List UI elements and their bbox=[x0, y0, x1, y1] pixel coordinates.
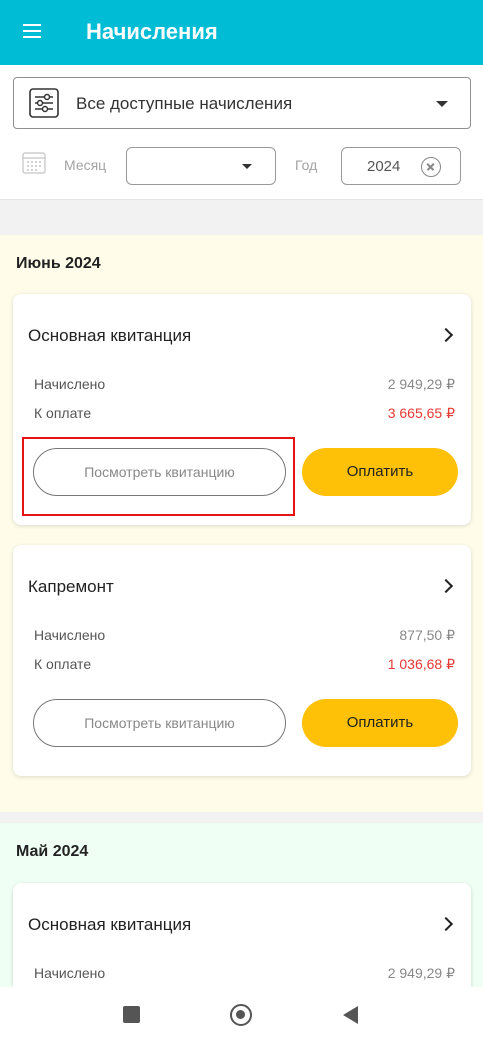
app-bar: Начисления bbox=[0, 0, 483, 65]
accruals-type-value: Все доступные начисления bbox=[76, 94, 293, 113]
receipt-card: Капремонт Начислено 877,50 ₽ К оплате 1 … bbox=[13, 545, 471, 776]
clear-icon[interactable] bbox=[421, 157, 441, 177]
accrued-label: Начислено bbox=[34, 376, 106, 392]
month-group-june-2024: Июнь 2024 Основная квитанция Начислено 2… bbox=[0, 235, 483, 812]
month-group-may-2024: Май 2024 Основная квитанция Начислено 2 … bbox=[0, 823, 483, 1023]
accrued-label: Начислено bbox=[34, 965, 106, 981]
pay-button[interactable]: Оплатить bbox=[302, 448, 458, 496]
chevron-right-icon[interactable] bbox=[438, 327, 454, 343]
accrued-value: 877,50 ₽ bbox=[399, 627, 455, 643]
chevron-right-icon[interactable] bbox=[438, 916, 454, 932]
hamburger-menu-icon[interactable] bbox=[23, 23, 41, 39]
filters-panel: Все доступные начисления Месяц Год 2024 bbox=[0, 65, 483, 200]
accruals-type-select[interactable]: Все доступные начисления bbox=[13, 77, 471, 129]
back-icon[interactable] bbox=[343, 1006, 358, 1024]
chevron-down-icon bbox=[436, 101, 448, 107]
year-label: Год bbox=[295, 157, 318, 173]
receipt-title: Основная квитанция bbox=[28, 326, 192, 345]
due-value: 3 665,65 ₽ bbox=[387, 405, 455, 421]
home-icon[interactable] bbox=[230, 1004, 252, 1026]
highlight-box bbox=[22, 437, 295, 516]
accrued-value: 2 949,29 ₽ bbox=[387, 965, 455, 981]
system-nav-bar bbox=[0, 987, 483, 1042]
sliders-icon bbox=[29, 88, 59, 118]
year-value: 2024 bbox=[367, 158, 401, 175]
accrued-value: 2 949,29 ₽ bbox=[387, 376, 455, 392]
due-value: 1 036,68 ₽ bbox=[387, 656, 455, 672]
month-select[interactable] bbox=[126, 147, 276, 185]
receipt-title: Капремонт bbox=[28, 577, 114, 596]
calendar-icon bbox=[22, 152, 46, 174]
month-label: Месяц bbox=[64, 157, 107, 173]
month-group-title: Май 2024 bbox=[16, 843, 89, 860]
month-group-title: Июнь 2024 bbox=[16, 255, 101, 272]
accrued-label: Начислено bbox=[34, 627, 106, 643]
pay-button[interactable]: Оплатить bbox=[302, 699, 458, 747]
chevron-down-icon bbox=[242, 164, 252, 169]
due-label: К оплате bbox=[34, 656, 92, 672]
view-receipt-button[interactable]: Посмотреть квитанцию bbox=[33, 699, 286, 747]
recent-apps-icon[interactable] bbox=[123, 1006, 140, 1023]
year-input[interactable]: 2024 bbox=[341, 147, 461, 185]
chevron-right-icon[interactable] bbox=[438, 578, 454, 594]
page-title: Начисления bbox=[86, 19, 218, 44]
due-label: К оплате bbox=[34, 405, 92, 421]
receipt-title: Основная квитанция bbox=[28, 915, 192, 934]
